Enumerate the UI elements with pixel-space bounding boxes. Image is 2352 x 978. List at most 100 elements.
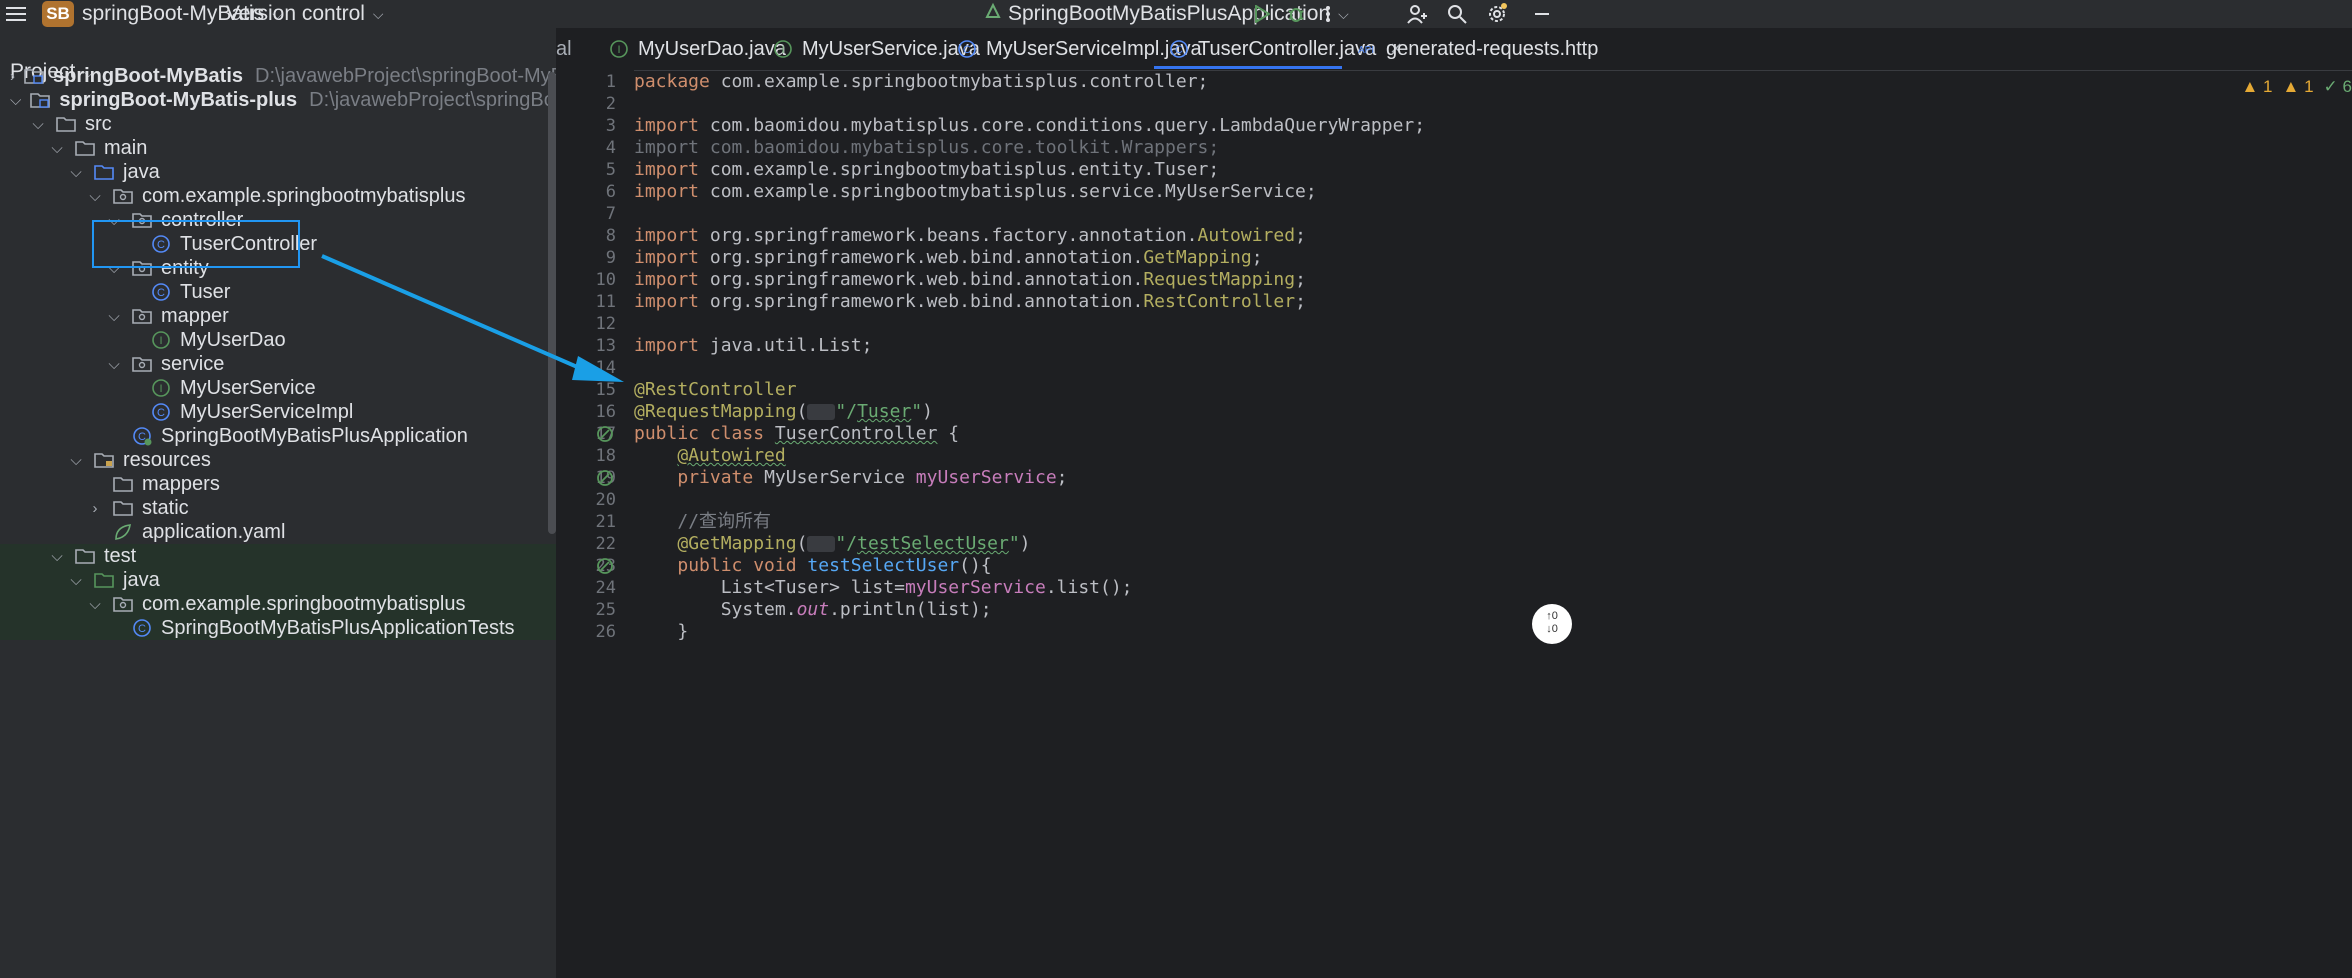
editor-tab[interactable]: API generated-requests.http [1356, 28, 1598, 70]
chevron-down-icon[interactable]: ⌵ [105, 308, 123, 325]
autowire-marker-icon[interactable] [596, 469, 614, 487]
code-line: import com.baomidou.mybatisplus.core.too… [634, 137, 1219, 159]
svg-text:I: I [159, 383, 162, 395]
line-number: 8 [605, 226, 616, 246]
tree-node-label: SpringBootMyBatisPlusApplicationTests [161, 616, 515, 639]
line-number: 9 [605, 248, 616, 268]
url-globe-icon[interactable] [807, 536, 836, 552]
code-token: @GetMapping [677, 533, 797, 554]
spring-boot-class-icon: C [131, 425, 153, 447]
vcs-status-widget[interactable]: ↑0 ↓0 [1532, 604, 1572, 644]
search-icon[interactable] [1444, 0, 1470, 28]
code-line: @RestController [634, 379, 797, 401]
run-icon[interactable] [1250, 0, 1274, 28]
code-token: @Autowired [677, 445, 786, 466]
tab-partial[interactable]: al [556, 28, 572, 70]
code-token: Tuser [857, 401, 912, 422]
chevron-right-icon[interactable]: › [86, 500, 104, 517]
inspection-widget[interactable]: ▲ 1 ▲ 1 ✓ 6 [2241, 76, 2352, 98]
tree-node-path: D:\javawebProject\springBoot-MyBatis-plu… [309, 88, 556, 111]
chevron-down-icon[interactable]: ⌵ [10, 92, 21, 109]
code-token: (){ [959, 555, 992, 576]
tree-node[interactable]: C Tuser [0, 280, 556, 304]
chevron-down-icon[interactable]: ⌵ [48, 548, 66, 565]
tree-node[interactable]: ⌵ main [0, 136, 556, 160]
tab-partial-label: al [556, 37, 572, 60]
svg-text:C: C [157, 287, 165, 299]
code-line: import java.util.List; [634, 335, 872, 357]
chevron-down-icon[interactable]: ⌵ [48, 140, 66, 157]
code-token: .println(list); [829, 599, 992, 620]
check-icon: ✓ [2323, 77, 2338, 96]
code-line: public void testSelectUser(){ [634, 555, 992, 577]
tree-node[interactable]: ⌵ test [0, 544, 556, 568]
settings-icon[interactable] [1484, 0, 1510, 28]
tree-node[interactable]: ⌵ src [0, 112, 556, 136]
tree-node[interactable]: C SpringBootMyBatisPlusApplication [0, 424, 556, 448]
endpoint-marker-icon[interactable] [596, 557, 614, 575]
tree-node-label: SpringBootMyBatisPlusApplication [161, 424, 468, 447]
chevron-down-icon[interactable]: ⌵ [67, 572, 85, 589]
line-number: 16 [595, 402, 616, 422]
code-editor[interactable]: package com.example.springbootmybatisplu… [634, 70, 2352, 978]
bean-marker-icon[interactable] [596, 425, 614, 443]
chevron-right-icon[interactable]: › [10, 68, 15, 85]
debug-icon[interactable] [1284, 0, 1308, 28]
tree-node[interactable]: C MyUserServiceImpl [0, 400, 556, 424]
code-token: ( [796, 533, 808, 554]
tree-node[interactable]: ⌵ com.example.springbootmybatisplus [0, 592, 556, 616]
svg-text:C: C [138, 623, 146, 635]
tree-node[interactable]: ⌵ mapper [0, 304, 556, 328]
tree-node[interactable]: › static [0, 496, 556, 520]
tree-node[interactable]: I MyUserService [0, 376, 556, 400]
code-token: ; [1251, 247, 1263, 268]
line-number: 7 [605, 204, 616, 224]
chevron-down-icon[interactable]: ⌵ [29, 116, 47, 133]
more-icon[interactable] [1318, 0, 1338, 28]
line-number: 24 [595, 578, 616, 598]
tree-node[interactable]: mappers [0, 472, 556, 496]
vcs-menu[interactable]: Version control ⌵ [226, 0, 384, 28]
chevron-down-icon[interactable]: ⌵ [86, 188, 104, 205]
tree-node[interactable]: › springBoot-MyBatis D:\javawebProject\spr… [0, 64, 556, 88]
code-token: .list(); [1045, 577, 1133, 598]
code-token: RequestMapping [1143, 269, 1296, 290]
code-token: com.example.springbootmybatisplus.servic… [709, 181, 1317, 202]
editor-tab[interactable]: I MyUserService.java [772, 28, 980, 70]
code-line: @RequestMapping("/Tuser") [634, 401, 933, 423]
url-globe-icon[interactable] [807, 404, 836, 420]
code-token: testSelectUser [857, 533, 1009, 554]
add-user-icon[interactable] [1404, 0, 1430, 28]
tree-node[interactable]: I MyUserDao [0, 328, 556, 352]
code-line: @GetMapping("/testSelectUser") [634, 533, 1030, 555]
editor-tab[interactable]: C MyUserServiceImpl.java [956, 28, 1202, 70]
tree-node-label: com.example.springbootmybatisplus [142, 184, 466, 207]
tree-node[interactable]: ⌵ resources [0, 448, 556, 472]
tree-node[interactable]: ⌵ java [0, 568, 556, 592]
code-line: import org.springframework.web.bind.anno… [634, 291, 1306, 313]
chevron-down-icon[interactable]: ⌵ [67, 452, 85, 469]
tree-node[interactable]: ⌵ service [0, 352, 556, 376]
chevron-down-icon[interactable]: ⌵ [86, 596, 104, 613]
tree-node[interactable]: ⌵ com.example.springbootmybatisplus [0, 184, 556, 208]
line-number: 22 [595, 534, 616, 554]
hamburger-menu-icon[interactable] [4, 0, 28, 28]
chevron-down-icon[interactable]: ⌵ [67, 164, 85, 181]
minimize-icon[interactable] [1532, 0, 1552, 28]
tree-node[interactable]: application.yaml [0, 520, 556, 544]
code-token: RestController [1143, 291, 1296, 312]
code-token: out [796, 599, 830, 620]
resources-folder-icon [93, 449, 115, 471]
line-number: 4 [605, 138, 616, 158]
code-line: private MyUserService myUserService; [634, 467, 1067, 489]
http-request-icon: API [1356, 38, 1378, 60]
tree-node[interactable]: C SpringBootMyBatisPlusApplicationTests [0, 616, 556, 640]
tree-node[interactable]: ⌵ java [0, 160, 556, 184]
tree-scrollbar[interactable] [548, 72, 556, 534]
code-token: testSelectUser [807, 555, 960, 576]
editor-tab[interactable]: I MyUserDao.java [608, 28, 786, 70]
code-token: org.springframework.web.bind.annotation. [709, 269, 1144, 290]
chevron-down-icon[interactable]: ⌵ [105, 356, 123, 373]
tree-node[interactable]: ⌵ springBoot-MyBatis-plus D:\javawebProjec… [0, 88, 556, 112]
